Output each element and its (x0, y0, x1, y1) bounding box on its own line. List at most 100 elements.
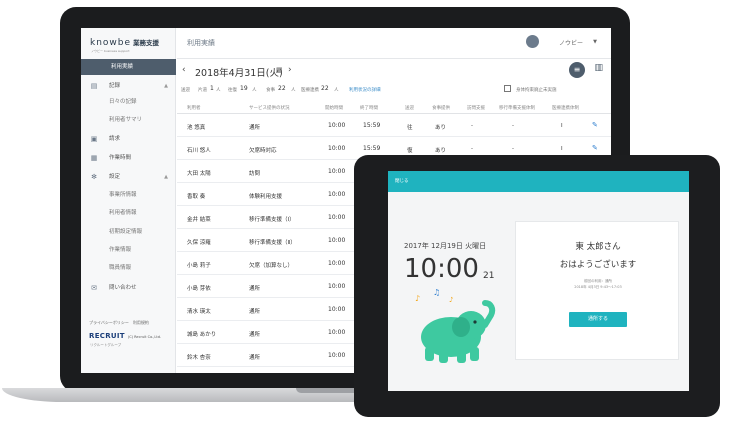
user-name-cell: 小島 芽依 (187, 286, 211, 292)
list-view-icon[interactable]: ≡ (569, 62, 585, 78)
sidebar-item-label: 作業時間 (109, 155, 132, 161)
sidebar-item-work-info[interactable]: 作業情報 (81, 243, 176, 257)
calendar-icon: ▦ (90, 154, 98, 162)
sidebar-item-label: 設定 (109, 174, 121, 180)
medical-cell: Ⅰ (561, 123, 563, 129)
col-header-commute: 送迎 (405, 106, 414, 111)
user-name-cell: 鈴木 杏奈 (187, 355, 211, 361)
end-time-cell: 15:59 (363, 122, 381, 129)
user-name-cell: 小島 莉子 (187, 263, 211, 269)
col-header-status: サービス提供の状況 (249, 106, 290, 111)
medical-cell: Ⅰ (561, 146, 563, 152)
card-view-icon[interactable]: ▥ (594, 63, 603, 73)
table-row[interactable]: 池 悠真 通所 10:00 15:59 往 あり - - Ⅰ ✎ (177, 115, 611, 137)
calendar-icon[interactable]: ▦ (276, 66, 283, 74)
privacy-links[interactable]: プライバシーポリシー 利用規約 (89, 320, 149, 326)
medical-unit: 人 (334, 88, 339, 93)
close-button[interactable]: 閉じる (395, 178, 409, 184)
start-time-cell: 10:00 (328, 191, 346, 198)
document-icon: ▤ (90, 82, 98, 90)
sidebar-item-records[interactable]: ▤ 記録 ▲ (81, 79, 176, 93)
user-name-cell: 石川 悠人 (187, 148, 211, 154)
checkin-button[interactable]: 通所する (569, 312, 627, 327)
gear-icon: ✻ (91, 173, 97, 181)
meal-label: 食事 (266, 88, 275, 93)
greeting-text: おはようございます (559, 260, 637, 270)
app-name: 業務支援 (133, 39, 160, 47)
status-cell: 欠席時対応 (249, 148, 277, 154)
col-header-end: 終了時間 (360, 106, 378, 111)
user-name-cell: 久保 涼羅 (187, 240, 211, 246)
current-date[interactable]: 2018年4月31日(火) (195, 65, 283, 79)
mail-icon: ✉ (91, 284, 97, 292)
top-bar: 利用実績 ノウビー ▼ (177, 28, 611, 59)
pickup-unit: 人 (216, 88, 221, 93)
start-time-cell: 10:00 (328, 260, 346, 267)
sidebar-item-user-info[interactable]: 利用者情報 (81, 206, 176, 220)
tablet-date: 2017年 12月19日 火曜日 (404, 242, 487, 250)
meal-unit: 人 (291, 88, 296, 93)
chevron-up-icon: ▲ (164, 174, 168, 180)
company-name: RECRUIT (89, 332, 125, 340)
sidebar-item-user-summary[interactable]: 利用者サマリ (81, 113, 176, 127)
start-time-cell: 10:00 (328, 306, 346, 313)
app-logo[interactable]: knowbe 業務支援 (90, 37, 159, 48)
next-date-button[interactable]: › (288, 65, 292, 75)
user-name[interactable]: ノウビー (559, 38, 583, 47)
sidebar-item-settings[interactable]: ✻ 設定 ▲ (81, 170, 176, 184)
edit-icon[interactable]: ✎ (592, 144, 598, 152)
company-subtitle: リクルートグループ (90, 343, 122, 347)
sidebar-item-contact[interactable]: ✉ 問い合わせ (81, 281, 176, 295)
col-header-transition: 移行準備支援体制 (499, 106, 535, 111)
sidebar-item-office-info[interactable]: 事業所情報 (81, 188, 176, 202)
sidebar-item-label: 請求 (109, 136, 121, 142)
start-time-cell: 10:00 (328, 237, 346, 244)
tablet-clock: 10:00 (404, 254, 479, 284)
commute-cell: 往 (407, 125, 413, 131)
svg-text:♫: ♫ (433, 289, 440, 297)
sidebar-item-daily-record[interactable]: 日々の記録 (81, 95, 176, 109)
sidebar-item-label: 記録 (109, 83, 121, 89)
table-header: 利用者 サービス提供の状況 開始時間 終了時間 送迎 食事提供 訪問支援 移行準… (177, 102, 611, 114)
copyright: (C) Recruit Co.,Ltd. (127, 335, 162, 339)
prev-date-button[interactable]: ‹ (182, 65, 186, 75)
start-time-cell: 10:00 (328, 122, 346, 129)
usage-detail-link[interactable]: 利用状況の詳細 (349, 87, 381, 93)
round-unit: 人 (252, 88, 257, 93)
elephant-icon (421, 300, 496, 363)
avatar-icon[interactable] (526, 35, 539, 48)
status-cell: 通所 (249, 355, 261, 361)
status-cell: 訪問 (249, 171, 261, 177)
pickup-label: 片道 (198, 88, 207, 93)
col-header-visit: 訪問支援 (467, 106, 485, 111)
sidebar-item-initial-settings[interactable]: 初期設定情報 (81, 225, 176, 239)
visit-cell: - (471, 123, 473, 129)
col-header-user: 利用者 (187, 106, 201, 111)
sidebar-item-work-time[interactable]: ▦ 作業時間 (81, 151, 176, 165)
user-name-cell: 城島 あかり (187, 332, 217, 338)
user-name-cell: 大田 太陽 (187, 171, 211, 177)
sidebar-item-staff-info[interactable]: 職員情報 (81, 261, 176, 275)
col-header-medical: 医療連携体制 (552, 106, 579, 111)
col-header-start: 開始時間 (325, 106, 343, 111)
transition-cell: - (512, 123, 514, 129)
round-label: 往復 (228, 88, 237, 93)
elephant-illustration: ♪ ♫ ♪ (415, 289, 496, 363)
tablet-clock-seconds: 21 (483, 271, 495, 281)
sidebar: knowbe 業務支援 ノウビー business support 利用実績 ▤ … (81, 28, 176, 373)
edit-icon[interactable]: ✎ (592, 121, 598, 129)
status-cell: 通所 (249, 125, 261, 131)
tablet-header: 閉じる (388, 171, 689, 192)
chevron-down-icon[interactable]: ▼ (593, 39, 597, 45)
summary-bar: 送迎 片道 1 人 往復 19 人 食事 22 人 医療連携 22 人 利用状況… (177, 84, 611, 98)
restraint-checkbox[interactable] (504, 85, 511, 92)
greeting-card: 東 太郎さん おはようございます 前回の利用：通所 2018年 4月3日 9:4… (515, 221, 679, 360)
brand-subtitle: ノウビー business support (91, 49, 130, 53)
end-time-cell: 15:59 (363, 145, 381, 152)
chevron-up-icon: ▲ (164, 83, 168, 89)
page-title: 利用実績 (187, 39, 215, 47)
start-time-cell: 10:00 (328, 329, 346, 336)
sidebar-item-usage-record[interactable]: 利用実績 (81, 59, 176, 75)
user-name: 東 太郎さん (575, 242, 621, 252)
sidebar-item-billing[interactable]: ▣ 請求 (81, 132, 176, 146)
